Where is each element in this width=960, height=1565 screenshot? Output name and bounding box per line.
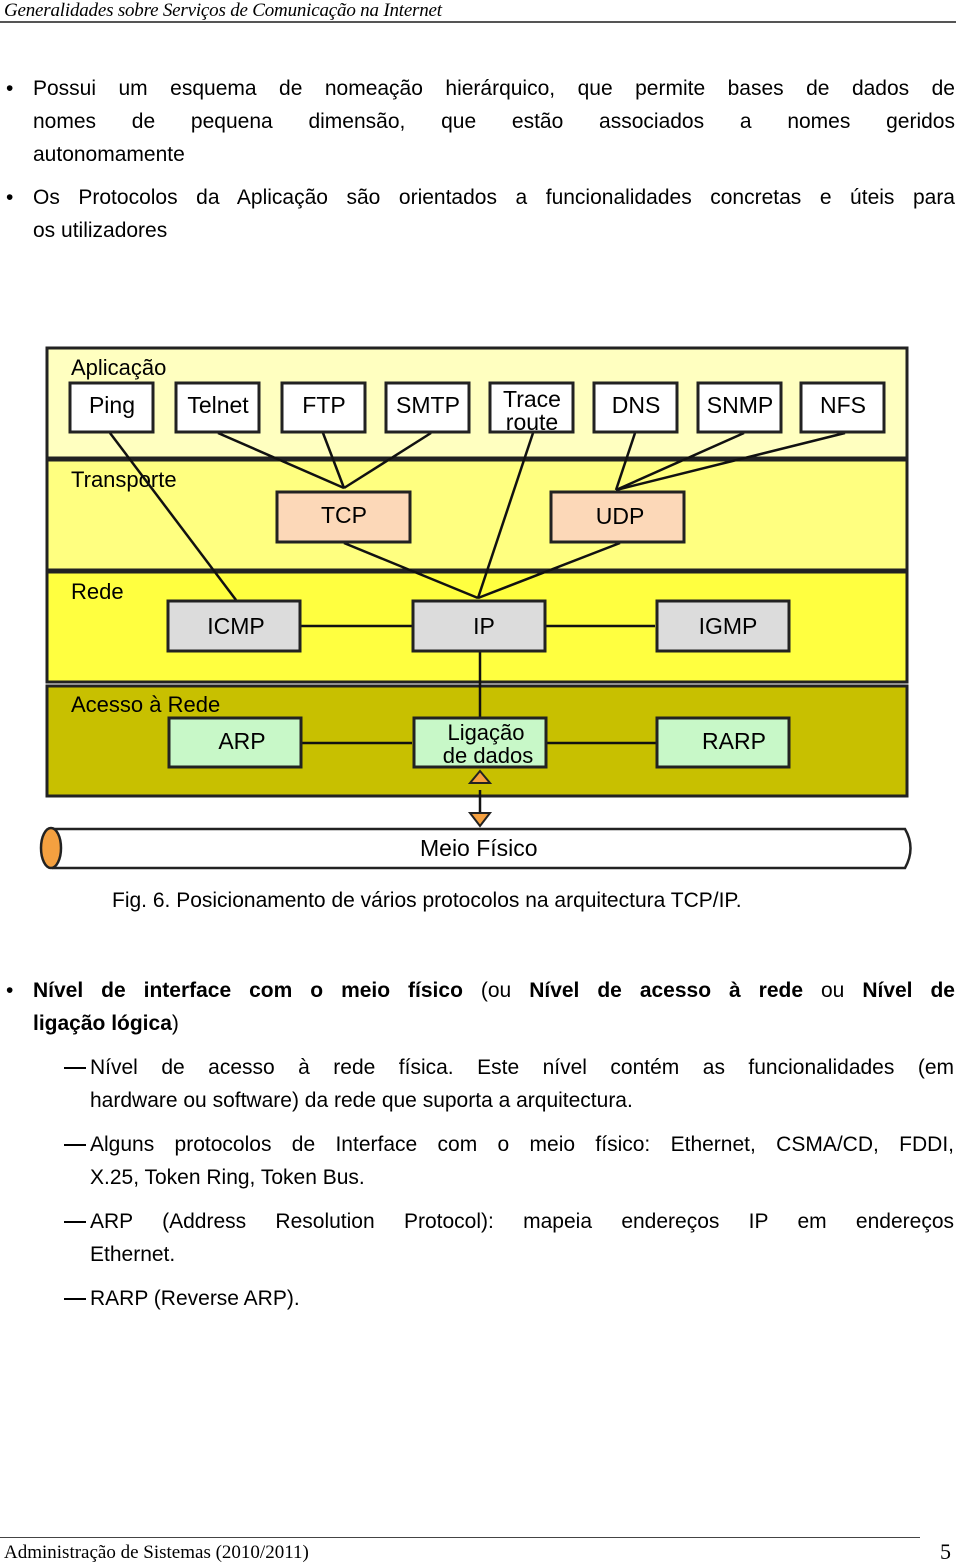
bullet-icon: • [6,186,14,209]
text-ou-open: (ou [462,979,530,1002]
dash-icon [64,1067,86,1069]
dash-icon [64,1144,86,1146]
subitem-1: Nível de acesso à rede física. Este níve… [90,1051,954,1117]
section-bullet-line-1: Nível de interface com o meio físico (ou… [33,974,955,1007]
dash-icon [64,1298,86,1300]
subitem-3-line-2: Ethernet. [90,1243,176,1266]
protocol-label-rarp: RARP [702,728,766,754]
text-ou: ou [803,979,863,1002]
text-close-paren: ) [171,1012,179,1035]
footer-course-title: Administração de Sistemas (2010/2011) [4,1542,309,1563]
bullet-icon: • [6,77,14,100]
protocol-label-snmp: SNMP [707,392,773,418]
subitem-4: RARP (Reverse ARP). [90,1282,954,1315]
term-network-access-level: Nível de acesso à rede [529,979,804,1002]
page-number: 5 [940,1539,951,1564]
cable-end-icon [39,826,63,870]
layer-label-access: Acesso à Rede [71,692,220,717]
section-bullet: Nível de interface com o meio físico (ou… [33,974,955,1040]
protocol-label-ip: IP [473,613,495,639]
footer-divider [0,1537,920,1538]
layer-label-application: Aplicação [71,355,166,380]
subitem-1-line-1: Nível de acesso à rede física. Este níve… [90,1056,954,1079]
subitem-2: Alguns protocolos de Interface com o mei… [90,1128,954,1194]
intro-bullet-1-line-3: autonomamente [33,143,185,166]
layer-label-transport: Transporte [71,467,177,492]
arrow-down-icon [467,812,493,828]
protocol-label-route: route [506,409,558,435]
protocol-label-dns: DNS [612,392,661,418]
protocol-label-smtp: SMTP [396,392,460,418]
intro-bullet-2: Os Protocolos da Aplicação são orientado… [33,181,955,247]
subitem-1-line-2: hardware ou software) da rede que suport… [90,1089,633,1112]
protocol-label-arp: ARP [218,728,265,754]
protocol-label-de-dados: de dados [443,743,534,768]
tcpip-architecture-diagram: Aplicação Transporte Rede Acesso à Rede … [39,346,912,870]
subitem-3-line-1: ARP (Address Resolution Protocol): mapei… [90,1210,954,1233]
bullet-icon: • [6,979,14,1002]
protocol-label-tcp: TCP [321,502,367,528]
subitem-2-line-2: X.25, Token Ring, Token Bus. [90,1166,365,1189]
intro-bullet-2-line-2: os utilizadores [33,219,168,242]
intro-bullet-1-line-1: Possui um esquema de nomeação hierárquic… [33,77,955,100]
dash-icon [64,1221,86,1223]
term-interface-level: Nível de interface com o meio físico [33,979,463,1002]
protocol-label-igmp: IGMP [699,613,758,639]
term-logical-link: ligação lógica [33,1012,172,1035]
section-bullet-line-2: ligação lógica) [33,1007,955,1040]
intro-bullet-2-line-1: Os Protocolos da Aplicação são orientado… [33,186,955,209]
intro-bullet-1: Possui um esquema de nomeação hierárquic… [33,72,955,171]
protocol-label-telnet: Telnet [187,392,249,418]
protocol-label-nfs: NFS [820,392,866,418]
subitem-3: ARP (Address Resolution Protocol): mapei… [90,1205,954,1271]
layer-label-network: Rede [71,579,124,604]
protocol-label-ligacao: Ligação [447,720,524,745]
subitem-2-line-1: Alguns protocolos de Interface com o mei… [90,1133,954,1156]
protocol-label-ping: Ping [89,392,135,418]
header-divider [0,21,956,23]
protocol-label-icmp: ICMP [207,613,265,639]
subitem-4-line-1: RARP (Reverse ARP). [90,1287,300,1310]
physical-medium-label: Meio Físico [420,835,538,861]
term-nivel-de: Nível de [862,979,955,1002]
running-header-title: Generalidades sobre Serviços de Comunica… [4,0,442,21]
intro-bullet-1-line-2: nomes de pequena dimensão, que estão ass… [33,110,955,133]
figure-caption: Fig. 6. Posicionamento de vários protoco… [112,889,742,912]
protocol-label-ftp: FTP [302,392,345,418]
protocol-label-udp: UDP [596,503,645,529]
